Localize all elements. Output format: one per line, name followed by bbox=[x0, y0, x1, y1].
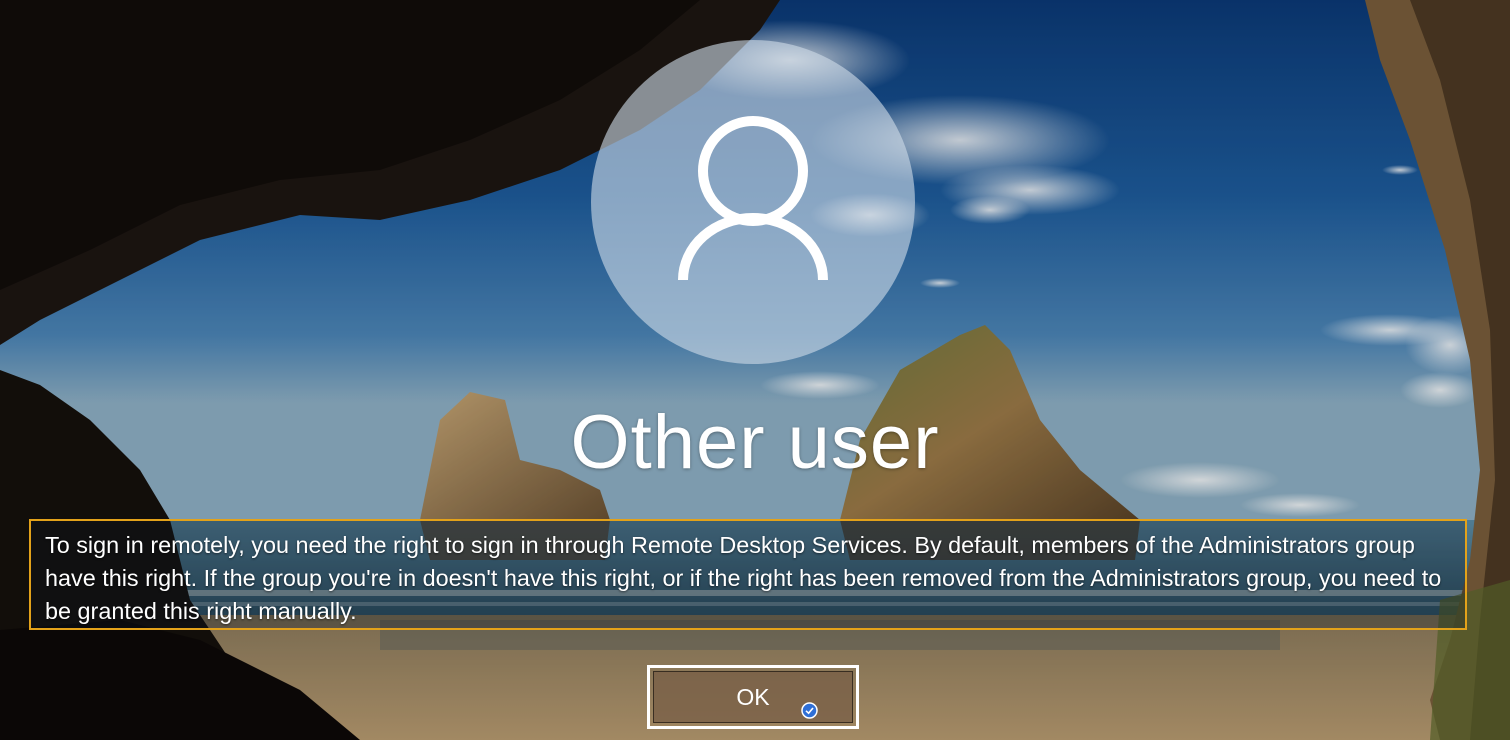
error-message-box: To sign in remotely, you need the right … bbox=[29, 519, 1467, 630]
user-silhouette-icon bbox=[678, 116, 828, 281]
lock-screen: Other user To sign in remotely, you need… bbox=[0, 0, 1510, 740]
error-message-text: To sign in remotely, you need the right … bbox=[45, 532, 1442, 624]
touch-cursor-icon bbox=[801, 702, 818, 719]
user-avatar bbox=[591, 40, 915, 364]
ok-button[interactable]: OK bbox=[647, 665, 859, 729]
user-name: Other user bbox=[570, 400, 940, 485]
ok-button-label: OK bbox=[653, 671, 853, 723]
